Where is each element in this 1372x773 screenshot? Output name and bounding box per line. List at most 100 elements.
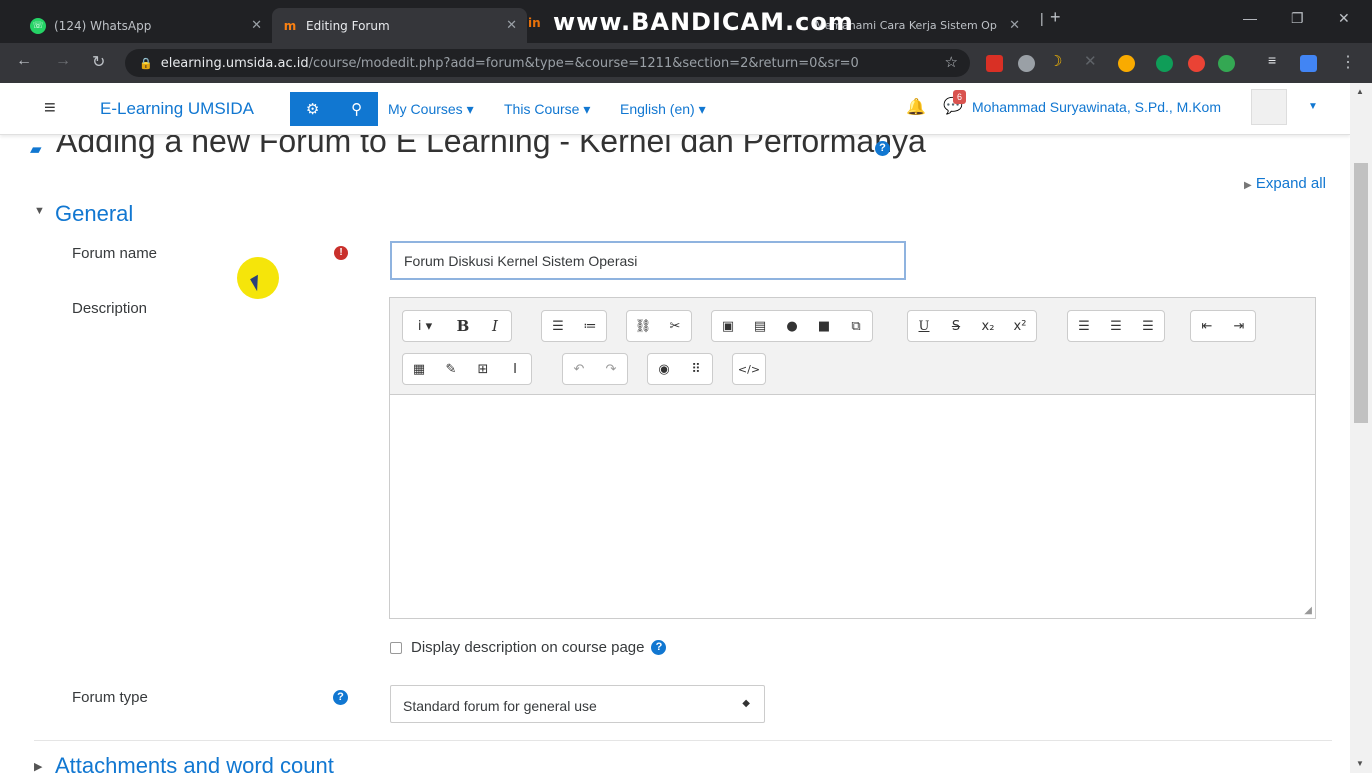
reload-icon[interactable]: ↻ [92,52,105,72]
outdent-icon[interactable]: ⇤ [1191,311,1223,341]
user-name[interactable]: Mohammad Suryawinata, S.Pd., M.Kom [972,99,1221,115]
superscript-icon[interactable]: x² [1004,311,1036,341]
close-tab-icon[interactable]: ✕ [1009,18,1020,33]
nav-this-course[interactable]: This Course ▾ [504,101,590,118]
address-bar[interactable]: 🔒 elearning.umsida.ac.id/course/modedit.… [125,49,970,77]
toolbar-group-media: ▣ ▤ ● ■ ⧉ [711,310,873,342]
bell-icon[interactable]: 🔔 [906,97,926,117]
clear-format-icon[interactable]: I [499,354,531,384]
extension-icon[interactable] [1218,55,1235,72]
microphone-icon[interactable]: ● [776,311,808,341]
align-right-icon[interactable]: ☰ [1132,311,1164,341]
resize-handle-icon[interactable]: ◢ [1304,605,1312,616]
close-tab-icon[interactable]: ✕ [506,18,517,33]
gear-icon[interactable]: ⚙ [306,100,319,118]
bookmark-star-icon[interactable]: ☆ [945,53,958,71]
align-left-icon[interactable]: ☰ [1068,311,1100,341]
section-attachments[interactable]: Attachments and word count [55,753,334,773]
menu-dots-icon[interactable]: ⋮ [1340,52,1356,72]
video-icon[interactable]: ■ [808,311,840,341]
strikethrough-icon[interactable]: S [940,311,972,341]
collapse-general-icon[interactable]: ▼ [34,205,45,217]
scroll-down-icon[interactable]: ▼ [1356,759,1364,768]
hamburger-menu-icon[interactable]: ≡ [44,97,56,120]
tab-title: Editing Forum [306,18,390,33]
chevron-down-icon[interactable]: ▼ [1308,101,1318,112]
extension-icon[interactable] [1300,55,1317,72]
align-center-icon[interactable]: ☰ [1100,311,1132,341]
minimize-icon[interactable]: — [1243,10,1257,26]
description-label: Description [72,300,148,317]
required-icon: ! [334,246,348,260]
bold-icon[interactable]: B [447,311,479,341]
help-icon[interactable]: ? [333,690,348,705]
html-source-icon[interactable]: </> [733,354,765,384]
url-path: /course/modedit.php?add=forum&type=&cour… [308,55,859,71]
restore-icon[interactable]: ❐ [1291,10,1304,27]
scroll-up-icon[interactable]: ▲ [1356,87,1364,96]
indent-icon[interactable]: ⇥ [1223,311,1255,341]
forum-type-select[interactable]: Standard forum for general use ◆ [390,685,765,723]
key-icon[interactable]: ⚲ [351,100,362,118]
italic-icon[interactable]: I [479,311,511,341]
extension-icon[interactable] [1156,55,1173,72]
toolbar-group-lists: ☰ ≔ [541,310,607,342]
nav-my-courses[interactable]: My Courses ▾ [388,101,474,118]
subscript-icon[interactable]: x₂ [972,311,1004,341]
lock-icon: 🔒 [139,56,153,70]
redo-icon[interactable]: ↷ [595,354,627,384]
display-description-row: Display description on course page ? [390,639,667,656]
forum-name-input[interactable] [390,241,906,280]
image-icon[interactable]: ▣ [712,311,744,341]
unlink-icon[interactable]: ✂ [659,311,691,341]
section-general[interactable]: General [55,201,133,227]
unordered-list-icon[interactable]: ☰ [542,311,574,341]
new-tab-icon[interactable]: + [1050,7,1061,28]
close-tab-icon[interactable]: ✕ [251,18,262,33]
special-char-icon[interactable]: ✎ [435,354,467,384]
tab-editing-forum[interactable]: m Editing Forum ✕ [272,8,527,43]
toolbar-group-history: ↶ ↷ [562,353,628,385]
media-icon[interactable]: ▤ [744,311,776,341]
select-caret-icon: ◆ [742,698,750,709]
screenreader-helper-icon[interactable]: ⠿ [680,354,712,384]
back-icon[interactable]: ← [16,52,32,70]
extension-icon[interactable] [1018,55,1035,72]
nav-language[interactable]: English (en) ▾ [620,101,706,118]
editor-toolbar: i ▾ B I ☰ ≔ ⛓ ✂ ▣ ▤ ● ■ ⧉ U S x₂ x² ☰ ☰ … [390,298,1315,395]
display-description-checkbox[interactable] [390,641,402,654]
x-extension-icon[interactable]: ✕ [1084,52,1101,70]
nav-link-label: This Course [504,101,580,117]
help-icon[interactable]: ? [875,141,890,156]
forward-icon[interactable]: → [55,52,71,70]
help-icon[interactable]: ? [651,640,667,655]
scroll-thumb[interactable] [1354,163,1368,423]
toolbar-group-align: ☰ ☰ ☰ [1067,310,1165,342]
close-window-icon[interactable]: ✕ [1338,10,1350,27]
nav-link-label: English (en) [620,101,695,117]
expand-section-icon[interactable]: ▶ [34,760,42,773]
toolbar-group-access: ◉ ⠿ [647,353,713,385]
undo-icon[interactable]: ↶ [563,354,595,384]
description-textarea[interactable]: ◢ [390,395,1315,618]
moon-extension-icon[interactable]: ☽ [1049,52,1066,70]
toolbar-group-insert: ▦ ✎ ⊞ I [402,353,532,385]
tab-whatsapp[interactable]: ☏ (124) WhatsApp ✕ [20,8,272,43]
manage-files-icon[interactable]: ⧉ [840,311,872,341]
site-brand[interactable]: E-Learning UMSIDA [100,99,254,119]
ordered-list-icon[interactable]: ≔ [574,311,606,341]
extension-icon[interactable] [986,55,1003,72]
link-icon[interactable]: ⛓ [627,311,659,341]
display-description-label[interactable]: Display description on course page [411,639,644,656]
equation-icon[interactable]: ▦ [403,354,435,384]
extension-icon[interactable] [1188,55,1205,72]
underline-icon[interactable]: U [908,311,940,341]
expand-all-link[interactable]: ▶ Expand all [1244,175,1326,192]
paragraph-style-icon[interactable]: i ▾ [403,311,447,341]
table-icon[interactable]: ⊞ [467,354,499,384]
avatar[interactable] [1251,89,1287,125]
extension-icon[interactable] [1118,55,1135,72]
accessibility-checker-icon[interactable]: ◉ [648,354,680,384]
media-icon[interactable]: ≡ [1268,52,1285,69]
page-scrollbar[interactable]: ▲ ▼ [1350,83,1372,773]
